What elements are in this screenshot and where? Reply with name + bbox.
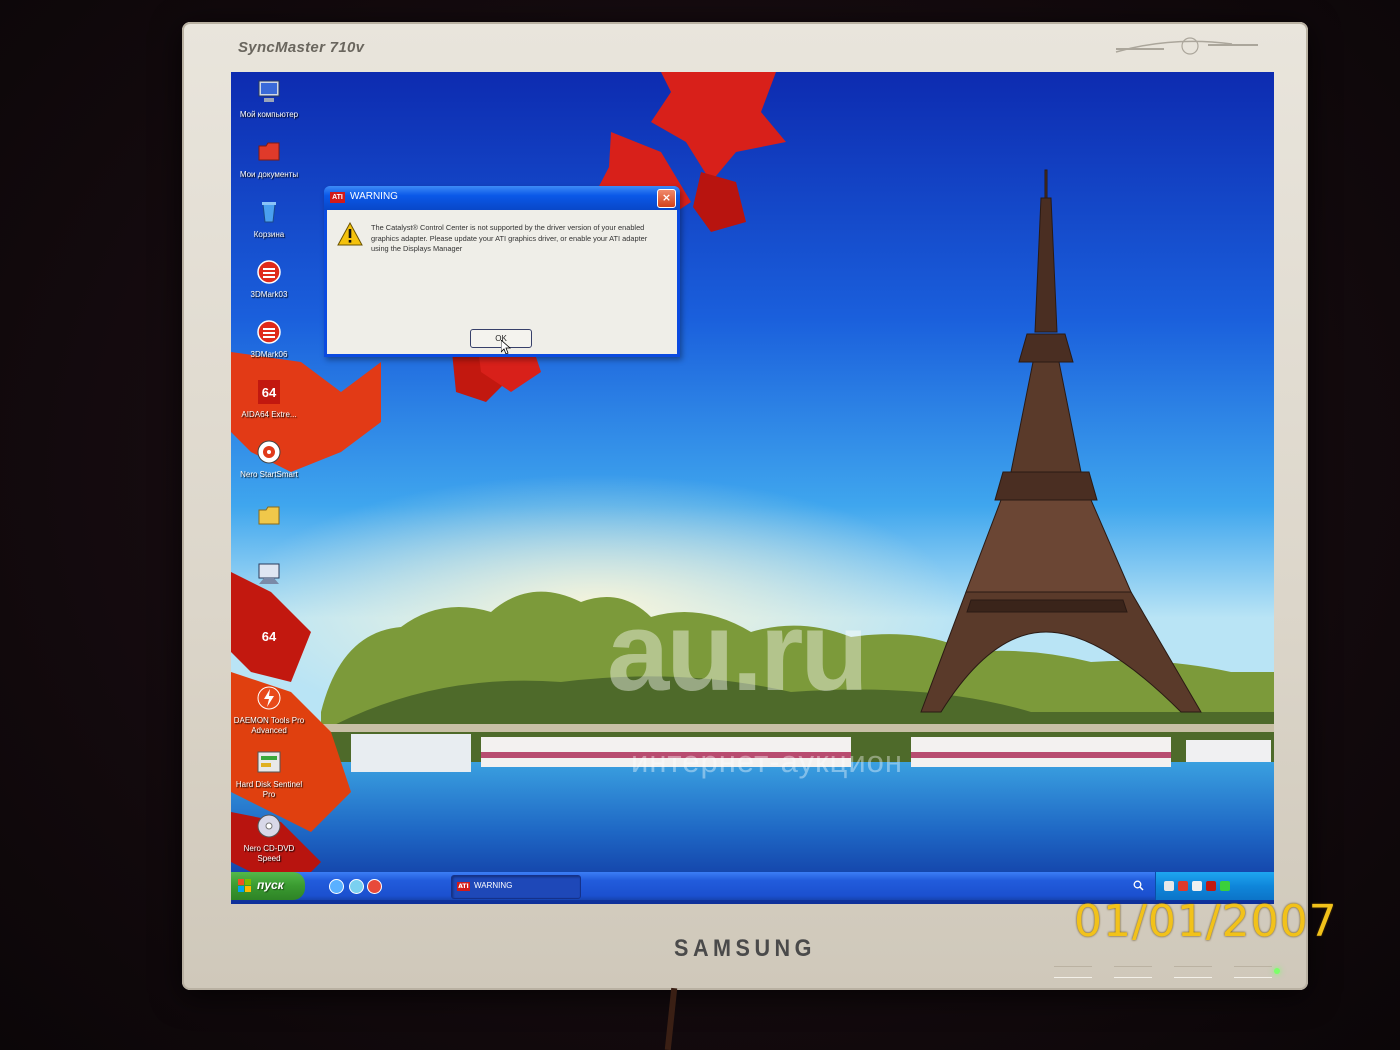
svg-text:64: 64 <box>262 385 277 400</box>
desktop-icon-nero-startsmart[interactable]: Nero StartSmart <box>231 438 307 480</box>
desktop-icon-daemon-tools[interactable]: DAEMON Tools Pro Advanced <box>231 684 307 736</box>
dialog-titlebar[interactable]: ATI WARNING × <box>324 186 680 210</box>
watermark-logo: au.ru <box>607 589 869 714</box>
desktop-icon-label: AIDA64 Extre... <box>241 410 297 419</box>
monitor-button[interactable] <box>1054 966 1092 978</box>
mouse-cursor-icon <box>501 340 511 354</box>
photo-date-stamp: 01/01/2007 <box>1074 896 1338 947</box>
dialog-body: The Catalyst® Control Center is not supp… <box>327 210 677 354</box>
recycle-bin-icon <box>262 202 276 223</box>
monitor-button[interactable] <box>1234 966 1272 978</box>
desktop-icon-label: Hard Disk Sentinel Pro <box>235 780 303 799</box>
dialog-message: The Catalyst® Control Center is not supp… <box>371 223 648 253</box>
desktop-icon-network[interactable] <box>231 560 307 592</box>
warning-dialog: ATI WARNING × The Catalyst® Control Cent… <box>324 186 680 357</box>
desktop-icon-hard-disk-sentinel[interactable]: Hard Disk Sentinel Pro <box>231 748 307 800</box>
desktop-icon-recycle-bin[interactable]: Корзина <box>231 198 307 240</box>
desktop-icon-label: 3DMark06 <box>250 350 288 359</box>
hard-disk-icon <box>257 751 281 773</box>
quicklaunch-ie-icon[interactable] <box>329 879 344 894</box>
desktop-icon-label: DAEMON Tools Pro Advanced <box>233 716 305 735</box>
start-label: пуск <box>257 878 284 892</box>
tray-network-icon[interactable] <box>1164 881 1174 891</box>
watermark-subtitle: интернет-аукцион <box>631 744 904 779</box>
monitor-button[interactable] <box>1114 966 1152 978</box>
tray-volume-icon[interactable] <box>1192 881 1202 891</box>
3dmark-icon <box>257 260 281 284</box>
start-button[interactable]: пуск <box>231 872 305 900</box>
desktop-icon-label: Мой компьютер <box>239 110 299 119</box>
ati-logo-icon: ATI <box>330 192 345 203</box>
monitor-button[interactable] <box>1174 966 1212 978</box>
desktop-icon-label: 3DMark03 <box>250 290 288 299</box>
desktop-icon-folder[interactable] <box>231 502 307 534</box>
quicklaunch-desktop-icon[interactable] <box>349 879 364 894</box>
desktop-icon-label: Nero CD-DVD Speed <box>243 844 295 863</box>
desktop-icon-label: Nero StartSmart <box>240 470 298 479</box>
ati-logo-icon: ATI <box>457 882 470 891</box>
svg-text:64: 64 <box>262 629 277 644</box>
search-icon[interactable] <box>1133 880 1144 891</box>
aida64-icon: 64 <box>258 380 280 404</box>
desktop-icon-3dmark03[interactable]: 3DMark03 <box>231 258 307 300</box>
desktop-icon-nero-cd-dvd-speed[interactable]: Nero CD-DVD Speed <box>231 812 307 864</box>
close-button[interactable]: × <box>657 189 676 208</box>
energy-star-logo <box>1115 37 1258 55</box>
dialog-title: WARNING <box>350 191 398 202</box>
cd-dvd-icon <box>257 814 281 838</box>
desktop-icon-label: Корзина <box>253 230 285 239</box>
monitor-cable <box>664 987 678 1050</box>
taskbar-item-label: WARNING <box>474 881 513 890</box>
3dmark-icon <box>257 320 281 344</box>
documents-folder-icon <box>258 142 280 161</box>
desktop-icons: Мой компьютер Мои документы Корзина 3DMa… <box>231 72 311 892</box>
monitor-model-label: SyncMaster 710v <box>238 39 365 56</box>
desktop-icon-aida64[interactable]: 64 AIDA64 Extre... <box>231 378 307 420</box>
warning-icon <box>337 222 363 246</box>
folder-icon <box>258 506 280 525</box>
computer-icon <box>258 80 280 102</box>
tray-status-icon[interactable] <box>1220 881 1230 891</box>
taskbar-item-warning[interactable]: ATI WARNING <box>451 875 581 899</box>
desktop-icon-label: Мои документы <box>239 170 299 179</box>
power-led <box>1274 968 1280 974</box>
monitor-buttons <box>1054 966 1272 978</box>
tray-ati-icon[interactable] <box>1206 881 1216 891</box>
quicklaunch-opera-icon[interactable] <box>367 879 382 894</box>
desktop-icon-my-computer[interactable]: Мой компьютер <box>231 78 307 120</box>
daemon-tools-icon <box>257 686 281 710</box>
network-icon <box>258 563 280 584</box>
windows-logo-icon <box>238 879 251 892</box>
aida64-icon: 64 <box>258 624 280 648</box>
nero-icon <box>257 440 281 464</box>
desktop-screen: Мой компьютер Мои документы Корзина 3DMa… <box>231 72 1274 904</box>
desktop-icon-my-documents[interactable]: Мои документы <box>231 138 307 180</box>
desktop-icon-aida64-2[interactable]: 64 <box>231 622 307 654</box>
desktop-icon-3dmark06[interactable]: 3DMark06 <box>231 318 307 360</box>
tray-app-icon[interactable] <box>1178 881 1188 891</box>
